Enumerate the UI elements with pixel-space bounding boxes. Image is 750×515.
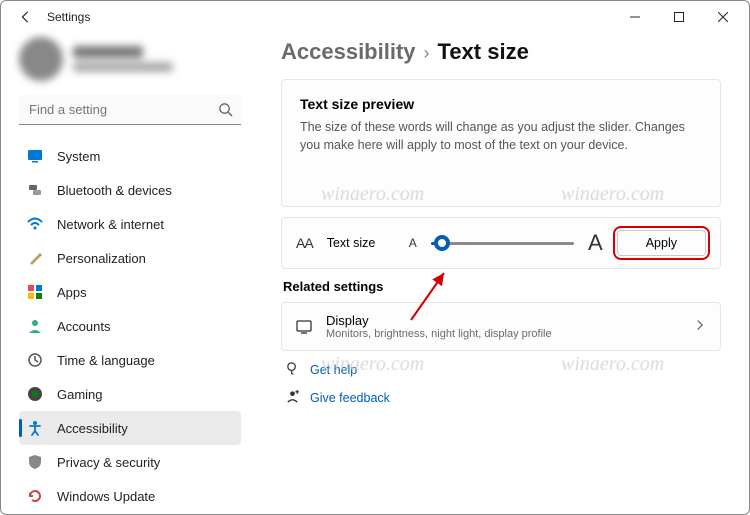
close-button[interactable] <box>701 2 745 32</box>
search-box <box>19 95 241 125</box>
big-a-label: A <box>588 230 603 256</box>
nav-label: System <box>57 149 100 164</box>
shield-icon <box>27 454 43 470</box>
person-icon <box>27 318 43 334</box>
title-bar: Settings <box>1 1 749 33</box>
slider-thumb[interactable] <box>434 235 450 251</box>
nav-label: Apps <box>57 285 87 300</box>
sidebar-item-apps[interactable]: Apps <box>19 275 241 309</box>
nav-label: Network & internet <box>57 217 164 232</box>
search-icon <box>218 102 233 122</box>
clock-icon <box>27 352 43 368</box>
bluetooth-icon <box>27 182 43 198</box>
window-title: Settings <box>47 10 613 24</box>
nav-label: Gaming <box>57 387 103 402</box>
nav-label: Windows Update <box>57 489 155 504</box>
feedback-icon <box>285 389 300 407</box>
nav-label: Time & language <box>57 353 155 368</box>
display-subtitle: Monitors, brightness, night light, displ… <box>326 328 552 340</box>
sidebar-item-system[interactable]: System <box>19 139 241 173</box>
main-panel: Accessibility › Text size Text size prev… <box>251 33 749 514</box>
help-icon <box>285 361 300 379</box>
profile-email <box>73 62 173 72</box>
page-title: Text size <box>438 39 529 65</box>
update-icon <box>27 488 43 504</box>
sidebar-item-accounts[interactable]: Accounts <box>19 309 241 343</box>
maximize-icon <box>674 12 684 22</box>
breadcrumb: Accessibility › Text size <box>281 39 721 65</box>
nav-label: Accessibility <box>57 421 128 436</box>
sidebar-item-personalization[interactable]: Personalization <box>19 241 241 275</box>
display-link-card[interactable]: Display Monitors, brightness, night ligh… <box>281 302 721 351</box>
sidebar: System Bluetooth & devices Network & int… <box>1 33 251 514</box>
nav-label: Accounts <box>57 319 110 334</box>
display-title: Display <box>326 313 552 328</box>
nav-label: Privacy & security <box>57 455 160 470</box>
get-help-link[interactable]: Get help <box>281 361 721 379</box>
apps-icon <box>27 284 43 300</box>
nav-list: System Bluetooth & devices Network & int… <box>19 139 241 504</box>
nav-label: Bluetooth & devices <box>57 183 172 198</box>
related-heading: Related settings <box>283 279 721 294</box>
small-a-label: A <box>409 236 417 250</box>
avatar <box>19 37 63 81</box>
give-feedback-link[interactable]: Give feedback <box>281 389 721 407</box>
window-controls <box>613 2 745 32</box>
arrow-left-icon <box>19 10 33 24</box>
accessibility-icon <box>27 420 43 436</box>
wifi-icon <box>27 216 43 232</box>
minimize-icon <box>630 12 640 22</box>
slider-track <box>431 242 574 245</box>
sidebar-item-update[interactable]: Windows Update <box>19 479 241 504</box>
system-icon <box>27 148 43 164</box>
sidebar-item-time[interactable]: Time & language <box>19 343 241 377</box>
sidebar-item-gaming[interactable]: Gaming <box>19 377 241 411</box>
preview-heading: Text size preview <box>300 96 702 112</box>
profile-name <box>73 46 143 58</box>
preview-body: The size of these words will change as y… <box>300 118 702 154</box>
display-icon <box>296 319 312 335</box>
breadcrumb-parent[interactable]: Accessibility <box>281 39 416 65</box>
text-size-icon: AA <box>296 235 313 251</box>
chevron-right-icon: › <box>424 43 430 64</box>
minimize-button[interactable] <box>613 2 657 32</box>
brush-icon <box>27 250 43 266</box>
nav-label: Personalization <box>57 251 146 266</box>
sidebar-item-accessibility[interactable]: Accessibility <box>19 411 241 445</box>
sidebar-item-bluetooth[interactable]: Bluetooth & devices <box>19 173 241 207</box>
get-help-label: Get help <box>310 363 357 377</box>
preview-card: Text size preview The size of these word… <box>281 79 721 207</box>
profile-block[interactable] <box>19 37 241 81</box>
back-button[interactable] <box>17 8 35 26</box>
sidebar-item-network[interactable]: Network & internet <box>19 207 241 241</box>
sidebar-item-privacy[interactable]: Privacy & security <box>19 445 241 479</box>
close-icon <box>718 12 728 22</box>
gaming-icon <box>27 386 43 402</box>
search-input[interactable] <box>19 95 241 125</box>
apply-button[interactable]: Apply <box>617 230 706 256</box>
text-size-slider[interactable] <box>431 242 574 245</box>
give-feedback-label: Give feedback <box>310 391 390 405</box>
chevron-right-icon <box>694 318 706 336</box>
maximize-button[interactable] <box>657 2 701 32</box>
text-size-row: AA Text size A A Apply <box>281 217 721 269</box>
text-size-label: Text size <box>327 236 395 250</box>
